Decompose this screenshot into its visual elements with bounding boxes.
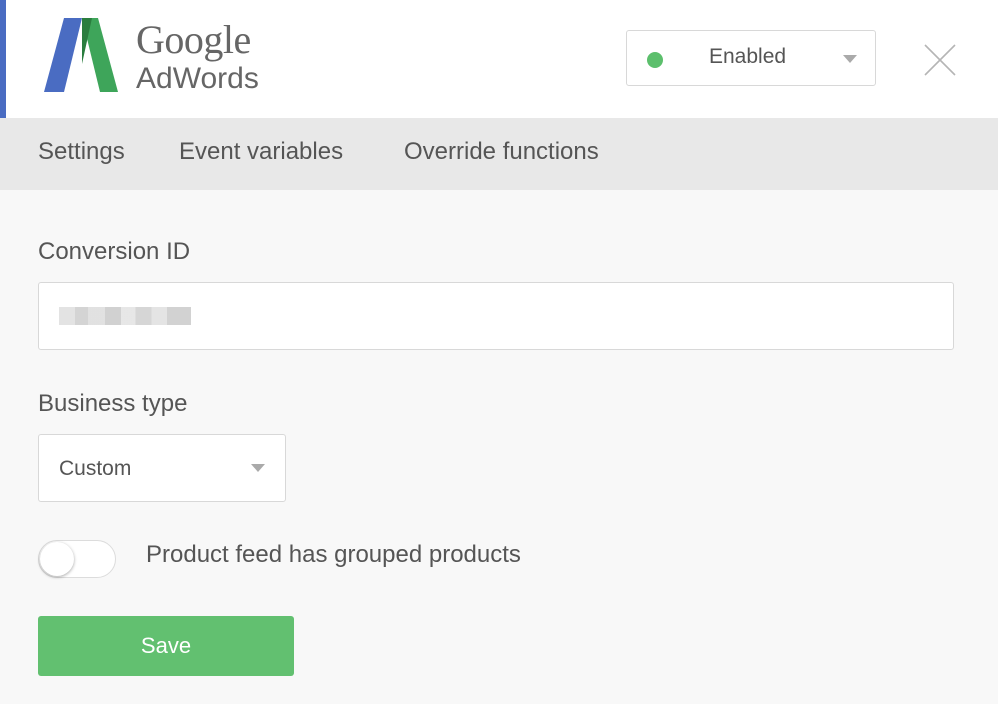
logo-text-adwords: AdWords <box>136 62 259 95</box>
grouped-products-toggle[interactable] <box>38 540 116 578</box>
business-type-value: Custom <box>59 457 132 480</box>
close-icon <box>924 44 956 76</box>
active-accent-bar <box>0 0 6 118</box>
chevron-down-icon <box>251 464 265 472</box>
logo-text-google: Google <box>136 17 251 62</box>
chevron-down-icon <box>843 55 857 63</box>
save-button[interactable]: Save <box>38 616 294 676</box>
close-button[interactable] <box>924 44 956 76</box>
status-indicator-dot <box>647 52 663 68</box>
conversion-id-input[interactable] <box>38 282 954 350</box>
redacted-value <box>59 307 191 325</box>
business-type-label: Business type <box>38 390 188 417</box>
adwords-settings-panel: Google AdWords Enabled Settings Event va… <box>0 0 998 704</box>
grouped-products-label: Product feed has grouped products <box>146 541 521 568</box>
tab-override-functions[interactable]: Override functions <box>404 138 599 166</box>
tab-settings[interactable]: Settings <box>38 138 125 166</box>
panel-header: Google AdWords Enabled <box>0 0 998 118</box>
adwords-logo-icon <box>44 18 118 92</box>
google-adwords-logo: Google AdWords <box>42 16 282 96</box>
toggle-knob <box>40 542 74 576</box>
status-dropdown[interactable]: Enabled <box>626 30 876 86</box>
business-type-select[interactable]: Custom <box>38 434 286 502</box>
tab-bar: Settings Event variables Override functi… <box>0 118 998 190</box>
conversion-id-label: Conversion ID <box>38 238 191 265</box>
tab-event-variables[interactable]: Event variables <box>179 138 343 166</box>
status-label: Enabled <box>709 45 787 68</box>
